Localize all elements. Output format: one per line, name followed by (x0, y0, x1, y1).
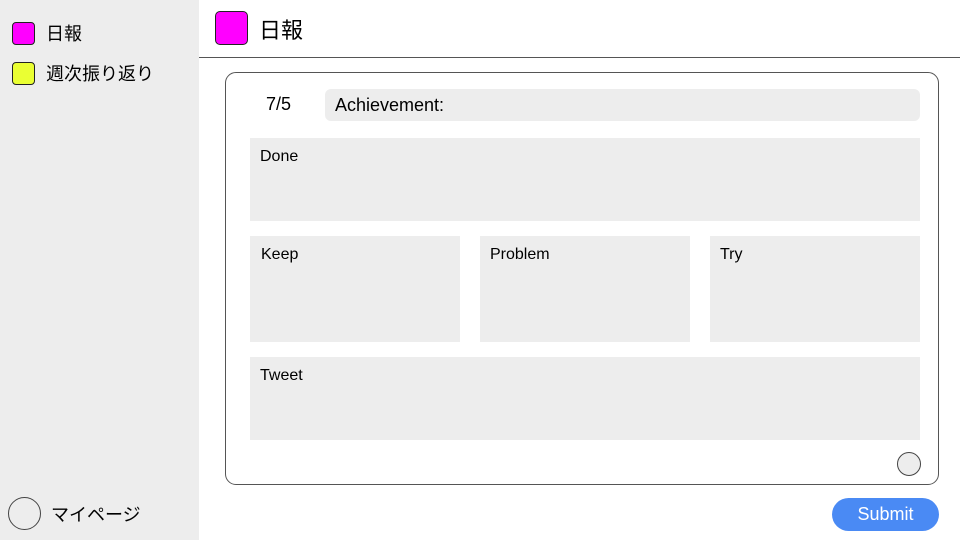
keep-label: Keep (261, 246, 299, 263)
avatar-icon (8, 497, 41, 530)
sidebar-item-label: 日報 (46, 24, 82, 45)
keep-field[interactable]: Keep (250, 236, 460, 342)
tweet-field[interactable]: Tweet (250, 357, 920, 440)
circle-button[interactable] (897, 452, 921, 476)
sidebar: 日報 週次振り返り マイページ (0, 0, 199, 540)
app-root: 日報 週次振り返り マイページ 日報 7/5 Achievement: Done… (0, 0, 960, 540)
done-label: Done (260, 148, 299, 165)
header: 日報 (199, 0, 960, 58)
tweet-label: Tweet (260, 367, 303, 384)
submit-button[interactable]: Submit (832, 498, 939, 531)
sidebar-item-weekly-review[interactable]: 週次振り返り (12, 60, 154, 86)
achievement-field[interactable]: Achievement: (325, 89, 920, 121)
nippo-color-icon (12, 21, 35, 45)
try-label: Try (720, 246, 743, 263)
header-color-icon (215, 11, 248, 45)
achievement-label: Achievement: (335, 95, 445, 115)
mypage-link[interactable]: マイページ (8, 497, 141, 530)
mypage-label: マイページ (51, 504, 141, 526)
problem-label: Problem (490, 246, 550, 263)
try-field[interactable]: Try (710, 236, 920, 342)
report-date: 7/5 (266, 94, 292, 114)
sidebar-item-label: 週次振り返り (46, 64, 154, 85)
sidebar-item-nippo[interactable]: 日報 (12, 20, 82, 46)
problem-field[interactable]: Problem (480, 236, 690, 342)
page-title: 日報 (259, 19, 304, 44)
done-field[interactable]: Done (250, 138, 920, 221)
weekly-review-color-icon (12, 61, 35, 85)
